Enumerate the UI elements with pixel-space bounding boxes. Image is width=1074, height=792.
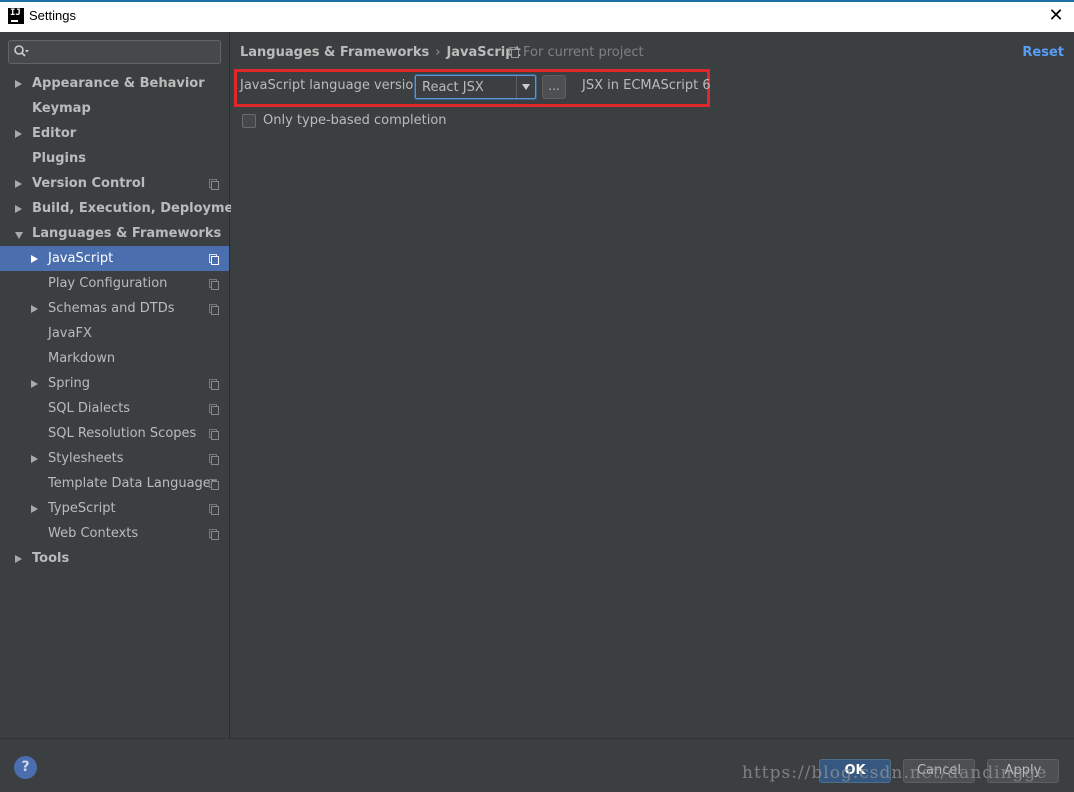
- sidebar-item-play-configuration[interactable]: Play Configuration: [0, 271, 229, 296]
- sidebar-item-label: Web Contexts: [48, 526, 139, 541]
- intellij-logo-icon: IJ: [8, 8, 24, 24]
- settings-content: Languages & Frameworks › JavaScript For cu…: [231, 32, 1074, 738]
- type-based-completion-label[interactable]: Only type-based completion: [263, 113, 447, 128]
- sidebar-item-typescript[interactable]: TypeScript: [0, 496, 229, 521]
- breadcrumb: Languages & Frameworks › JavaScript: [240, 45, 521, 63]
- sidebar-item-label: Version Control: [32, 176, 146, 191]
- sidebar-item-web-contexts[interactable]: Web Contexts: [0, 521, 229, 546]
- settings-tree: Appearance & Behavior Keymap Editor Plugins…: [0, 71, 249, 571]
- chevron-right-icon[interactable]: [31, 255, 38, 263]
- sidebar-item-label: Build, Execution, Deployment: [32, 201, 249, 216]
- breadcrumb-separator: ›: [435, 45, 441, 60]
- sidebar-item-label: SQL Resolution Scopes: [48, 426, 197, 441]
- sidebar-item-languages-frameworks[interactable]: Languages & Frameworks: [0, 221, 229, 246]
- chevron-right-icon[interactable]: [31, 305, 38, 313]
- sidebar-item-label: JavaScript: [48, 251, 114, 266]
- copy-icon: [209, 454, 219, 465]
- sidebar-item-label: Spring: [48, 376, 90, 391]
- search-input[interactable]: [8, 40, 221, 64]
- breadcrumb-parent: Languages & Frameworks: [240, 45, 430, 60]
- copy-icon: [209, 379, 219, 390]
- chevron-right-icon[interactable]: [15, 180, 22, 188]
- sidebar-item-stylesheets[interactable]: Stylesheets: [0, 446, 229, 471]
- close-icon[interactable]: ✕: [1048, 6, 1064, 24]
- copy-icon: [209, 429, 219, 440]
- copy-icon: [209, 179, 219, 190]
- copy-icon: [209, 254, 219, 265]
- sidebar-item-appearance-behavior[interactable]: Appearance & Behavior: [0, 71, 229, 96]
- scope-indicator: For current project: [509, 45, 644, 60]
- sidebar-item-build-execution-deployment[interactable]: Build, Execution, Deployment: [0, 196, 249, 221]
- search-icon: [14, 45, 29, 57]
- sidebar-item-label: JavaFX: [48, 326, 92, 341]
- chevron-right-icon[interactable]: [31, 380, 38, 388]
- sidebar-item-javascript[interactable]: JavaScript: [0, 246, 229, 271]
- reset-link[interactable]: Reset: [1022, 45, 1064, 60]
- scope-label: For current project: [523, 45, 644, 60]
- language-version-dropdown[interactable]: React JSX: [415, 75, 536, 99]
- sidebar-item-label: TypeScript: [48, 501, 116, 516]
- sidebar-item-version-control[interactable]: Version Control: [0, 171, 229, 196]
- sidebar-item-template-data-languages[interactable]: Template Data Languages: [0, 471, 229, 496]
- copy-icon: [209, 304, 219, 315]
- sidebar-item-plugins[interactable]: Plugins: [0, 146, 229, 171]
- language-version-description: JSX in ECMAScript 6: [582, 78, 711, 93]
- settings-sidebar: Appearance & Behavior Keymap Editor Plugins…: [0, 32, 249, 738]
- sidebar-item-label: Keymap: [32, 101, 91, 116]
- sidebar-item-sql-resolution-scopes[interactable]: SQL Resolution Scopes: [0, 421, 229, 446]
- language-version-value: React JSX: [422, 80, 484, 95]
- cancel-button[interactable]: Cancel: [903, 759, 975, 783]
- sidebar-item-label: Template Data Languages: [48, 476, 218, 491]
- copy-icon: [209, 279, 219, 290]
- chevron-down-icon: [522, 84, 530, 90]
- sidebar-item-label: Play Configuration: [48, 276, 168, 291]
- dropdown-arrow: [516, 76, 535, 98]
- chevron-right-icon[interactable]: [15, 555, 22, 563]
- type-based-completion-checkbox[interactable]: [242, 114, 256, 128]
- sidebar-item-label: Stylesheets: [48, 451, 124, 466]
- chevron-down-icon[interactable]: [15, 232, 23, 239]
- sidebar-item-label: Plugins: [32, 151, 86, 166]
- copy-icon: [209, 504, 219, 515]
- sidebar-item-label: Appearance & Behavior: [32, 76, 205, 91]
- sidebar-item-javafx[interactable]: JavaFX: [0, 321, 229, 346]
- sidebar-item-sql-dialects[interactable]: SQL Dialects: [0, 396, 229, 421]
- sidebar-item-label: Editor: [32, 126, 77, 141]
- dialog-footer: ? OK Cancel Apply https://blog.csdn.net/…: [0, 738, 1074, 792]
- sidebar-item-spring[interactable]: Spring: [0, 371, 229, 396]
- help-button[interactable]: ?: [14, 756, 37, 779]
- title-bar: IJ Settings ✕: [0, 0, 1074, 32]
- window-title: Settings: [29, 8, 76, 23]
- sidebar-item-label: SQL Dialects: [48, 401, 131, 416]
- sidebar-item-label: Languages & Frameworks: [32, 226, 222, 241]
- copy-icon: [209, 479, 219, 490]
- chevron-right-icon[interactable]: [31, 505, 38, 513]
- copy-icon: [509, 47, 519, 58]
- chevron-right-icon[interactable]: [31, 455, 38, 463]
- apply-button[interactable]: Apply: [987, 759, 1059, 783]
- language-version-label: JavaScript language version: [240, 78, 422, 93]
- sidebar-item-keymap[interactable]: Keymap: [0, 96, 229, 121]
- copy-icon: [209, 404, 219, 415]
- ok-button[interactable]: OK: [819, 759, 891, 783]
- sidebar-item-label: Markdown: [48, 351, 116, 366]
- sidebar-item-tools[interactable]: Tools: [0, 546, 229, 571]
- chevron-right-icon[interactable]: [15, 205, 22, 213]
- chevron-right-icon[interactable]: [15, 130, 22, 138]
- sidebar-item-label: Tools: [32, 551, 70, 566]
- sidebar-item-label: Schemas and DTDs: [48, 301, 175, 316]
- language-version-more-button[interactable]: ...: [542, 75, 566, 99]
- sidebar-item-schemas-and-dtds[interactable]: Schemas and DTDs: [0, 296, 229, 321]
- chevron-right-icon[interactable]: [15, 80, 22, 88]
- sidebar-item-editor[interactable]: Editor: [0, 121, 229, 146]
- sidebar-item-markdown[interactable]: Markdown: [0, 346, 229, 371]
- copy-icon: [209, 529, 219, 540]
